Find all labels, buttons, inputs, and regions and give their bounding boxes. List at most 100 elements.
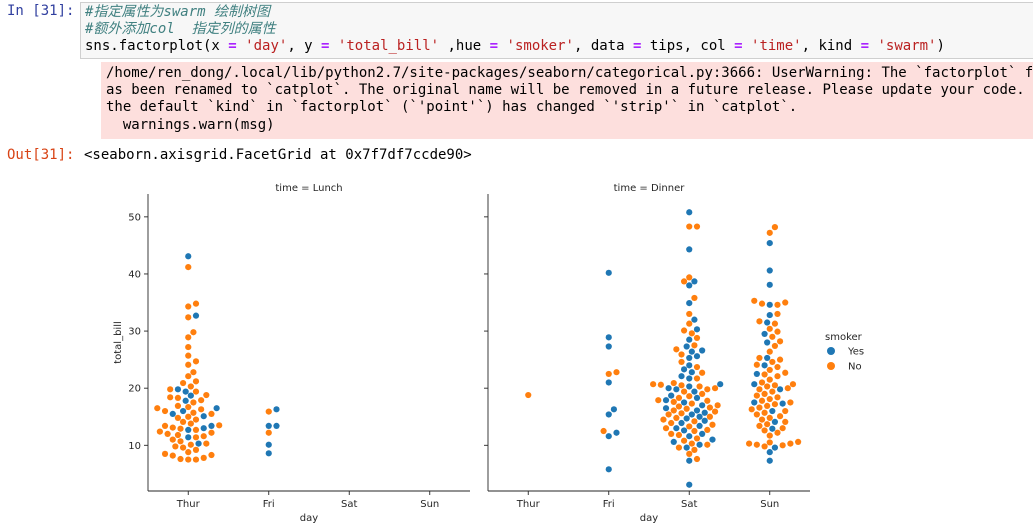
swarm-point-yes	[179, 407, 187, 415]
swarm-point-no	[766, 376, 773, 383]
swarm-point-yes	[766, 281, 773, 288]
code-call-line: sns.factorplot(x = 'day', y = 'total_bil…	[85, 38, 945, 55]
swarm-point-no	[190, 409, 197, 416]
swarm-point-no	[172, 443, 179, 450]
swarm-point-no	[774, 328, 781, 335]
code-token: 'total_bill'	[337, 38, 440, 54]
swarm-point-no	[686, 274, 693, 281]
swarm-point-no	[216, 422, 223, 429]
swarm-point-no	[686, 320, 693, 327]
swarm-point-yes	[686, 354, 693, 362]
swarm-point-yes	[751, 381, 758, 388]
swarm-point-no	[771, 320, 779, 327]
swarm-point-no	[192, 378, 200, 385]
swarm-point-no	[680, 278, 688, 285]
swarm-point-no	[756, 318, 763, 325]
swarm-point-no	[678, 410, 685, 417]
swarm-point-no	[686, 393, 693, 400]
x-tick-label: Sat	[681, 499, 697, 510]
swarm-point-no	[680, 327, 688, 334]
swarm-point-no	[779, 442, 786, 449]
legend-label-no: No	[848, 362, 862, 373]
swarm-point-yes	[605, 343, 612, 350]
swarm-point-no	[761, 443, 768, 450]
swarm-point-yes	[769, 425, 776, 432]
swarm-point-no	[691, 427, 698, 435]
swarm-point-no	[169, 436, 176, 443]
swarm-point-no	[265, 408, 272, 415]
swarm-point-no	[164, 430, 171, 437]
swarm-point-no	[185, 456, 192, 463]
swarm-point-yes	[686, 282, 693, 289]
swarm-point-no	[650, 381, 657, 388]
swarm-point-yes	[693, 407, 701, 414]
swarm-point-no	[670, 407, 677, 414]
swarm-point-no	[673, 414, 680, 421]
swarm-point-no	[699, 369, 706, 376]
swarm-point-yes	[662, 397, 670, 404]
swarm-point-yes	[200, 425, 207, 432]
swarm-point-no	[185, 334, 192, 341]
swarm-point-yes	[195, 440, 202, 447]
swarm-point-no	[668, 419, 675, 427]
swarm-point-yes	[187, 392, 194, 399]
swarm-point-no	[693, 363, 701, 371]
x-tick-label: Thur	[176, 499, 201, 510]
swarm-point-no	[198, 406, 205, 413]
swarm-point-yes	[776, 386, 784, 393]
swarm-point-yes	[701, 417, 708, 424]
swarm-point-yes	[699, 402, 706, 409]
swarm-point-yes	[766, 267, 773, 274]
code-token: sns.factorplot(x	[85, 38, 229, 54]
swarm-point-no	[185, 449, 192, 456]
facet-grid-chart: time = Lunch 10 20 30 40 50 Thur Fri Sat Sun day ti…	[113, 183, 864, 523]
swarm-point-yes	[691, 316, 698, 323]
swarm-point-no	[758, 300, 766, 307]
swarm-point-no	[179, 379, 187, 387]
code-token: =	[734, 38, 743, 54]
panel-title: time = Dinner	[614, 183, 686, 194]
swarm-point-yes	[174, 386, 182, 393]
swarm-point-no	[192, 388, 200, 395]
swarm-point-no	[761, 409, 768, 416]
swarm-point-yes	[192, 312, 200, 319]
swarm-point-no	[761, 427, 768, 434]
swarm-point-yes	[779, 400, 786, 407]
swarm-point-no	[691, 342, 698, 349]
swarm-point-yes	[265, 441, 272, 448]
swarm-point-yes	[761, 330, 768, 338]
swarm-point-no	[657, 381, 664, 388]
swarm-point-no	[776, 356, 784, 363]
swarm-point-no	[795, 438, 802, 445]
swarm-point-yes	[678, 419, 685, 427]
swarm-point-yes	[686, 299, 693, 307]
swarm-point-no	[771, 224, 779, 231]
swarm-point-no	[161, 450, 169, 457]
swarm-point-yes	[701, 409, 708, 416]
swarm-point-no	[185, 373, 192, 380]
swarm-point-no	[782, 407, 789, 415]
y-tick-label: 30	[128, 327, 141, 338]
swarm-point-no	[779, 425, 786, 432]
swarm-point-no	[678, 358, 685, 366]
swarm-point-yes	[769, 407, 776, 415]
x-tick-label: Sun	[420, 499, 439, 510]
code-cell-input[interactable]: #指定属性为swarm 绘制树图 #额外添加col 指定列的属性 sns.fac…	[80, 2, 1033, 59]
swarm-point-no	[192, 446, 200, 453]
legend-marker-no	[827, 362, 835, 370]
swarm-point-yes	[610, 406, 618, 413]
swarm-point-no	[190, 369, 197, 376]
swarm-point-yes	[766, 240, 773, 247]
swarm-point-no	[756, 404, 763, 411]
swarm-point-no	[179, 444, 187, 451]
swarm-point-no	[776, 338, 784, 345]
swarm-point-no	[704, 426, 711, 433]
swarm-point-no	[185, 352, 192, 359]
swarm-point-yes	[213, 405, 220, 412]
swarm-point-no	[668, 430, 675, 437]
swarm-point-no	[782, 418, 789, 425]
swarm-point-no	[185, 303, 192, 310]
swarm-point-no	[688, 330, 695, 337]
swarm-point-no	[203, 391, 210, 399]
